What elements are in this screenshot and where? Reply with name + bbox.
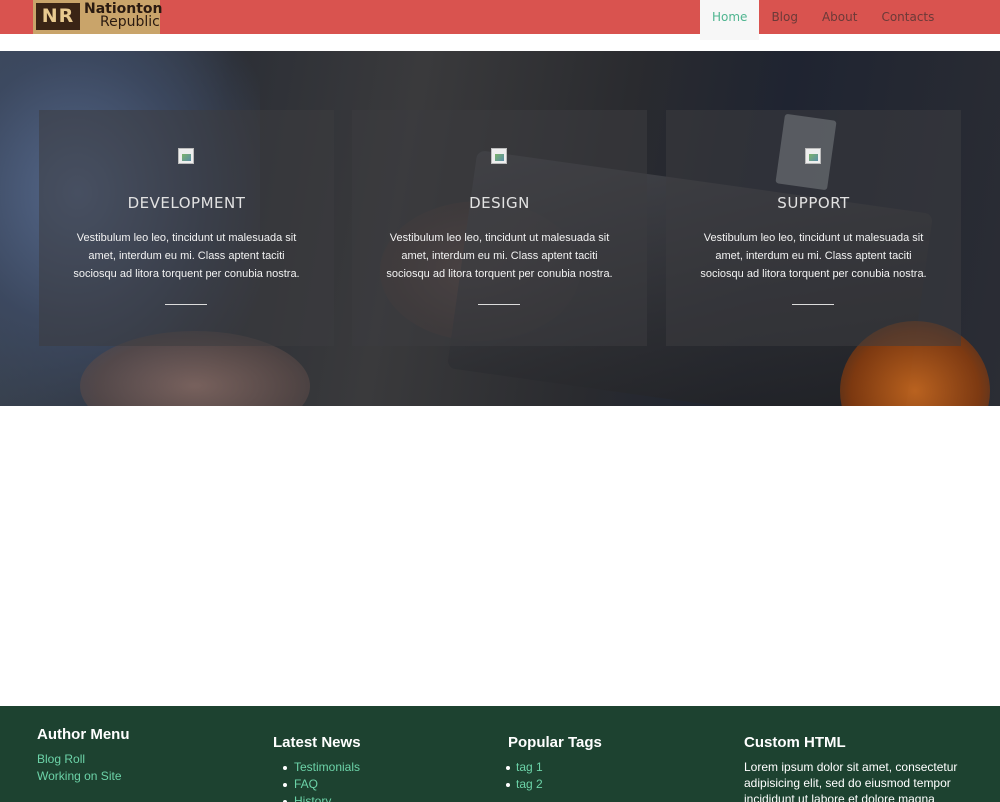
site-header: NR Nationton Republic Home Blog About Co… bbox=[0, 0, 1000, 40]
feature-divider bbox=[478, 304, 520, 305]
news-item-history[interactable]: History bbox=[273, 793, 361, 802]
news-item-testimonials[interactable]: Testimonials bbox=[273, 759, 361, 776]
broken-image-icon bbox=[178, 148, 194, 164]
tag-item-2[interactable]: tag 2 bbox=[506, 776, 602, 793]
footer-latest-news: Latest News Testimonials FAQ History bbox=[273, 734, 361, 802]
broken-image-icon bbox=[805, 148, 821, 164]
feature-text: Vestibulum leo leo, tincidunt ut malesua… bbox=[73, 232, 300, 280]
footer-custom-text: Lorem ipsum dolor sit amet, consectetur … bbox=[744, 760, 958, 802]
news-list: Testimonials FAQ History bbox=[273, 759, 361, 802]
footer-title: Latest News bbox=[273, 734, 361, 751]
nav-about[interactable]: About bbox=[810, 0, 869, 34]
logo-text-line2: Republic bbox=[100, 14, 160, 30]
tags-list: tag 1 tag 2 bbox=[506, 759, 602, 793]
main-nav: Home Blog About Contacts bbox=[700, 0, 946, 40]
feature-card-support: SUPPORT Vestibulum leo leo, tincidunt ut… bbox=[666, 110, 961, 346]
feature-title: SUPPORT bbox=[777, 194, 850, 212]
footer-title: Author Menu bbox=[37, 726, 130, 743]
feature-divider bbox=[165, 304, 207, 305]
footer-custom-html: Custom HTML Lorem ipsum dolor sit amet, … bbox=[744, 734, 959, 802]
site-footer: Author Menu Blog Roll Working on Site La… bbox=[0, 706, 1000, 802]
footer-title: Custom HTML bbox=[744, 734, 846, 751]
footer-link-working-on-site[interactable]: Working on Site bbox=[37, 768, 129, 785]
nav-home[interactable]: Home bbox=[700, 0, 760, 40]
hero-section: DEVELOPMENT Vestibulum leo leo, tincidun… bbox=[0, 51, 1000, 406]
nav-blog[interactable]: Blog bbox=[759, 0, 810, 34]
footer-author-menu: Author Menu Blog Roll Working on Site bbox=[37, 726, 129, 785]
logo-mark: NR bbox=[36, 3, 80, 30]
feature-card-design: DESIGN Vestibulum leo leo, tincidunt ut … bbox=[352, 110, 647, 346]
nav-contacts[interactable]: Contacts bbox=[869, 0, 946, 34]
footer-title: Popular Tags bbox=[508, 734, 602, 751]
tag-item-1[interactable]: tag 1 bbox=[506, 759, 602, 776]
footer-popular-tags: Popular Tags tag 1 tag 2 bbox=[506, 734, 602, 793]
feature-card-development: DEVELOPMENT Vestibulum leo leo, tincidun… bbox=[39, 110, 334, 346]
feature-text: Vestibulum leo leo, tincidunt ut malesua… bbox=[386, 232, 613, 280]
feature-text: Vestibulum leo leo, tincidunt ut malesua… bbox=[700, 232, 927, 280]
broken-image-icon bbox=[491, 148, 507, 164]
news-item-faq[interactable]: FAQ bbox=[273, 776, 361, 793]
site-logo[interactable]: NR Nationton Republic bbox=[33, 0, 163, 34]
footer-link-blog-roll[interactable]: Blog Roll bbox=[37, 751, 129, 768]
feature-title: DESIGN bbox=[469, 194, 530, 212]
feature-title: DEVELOPMENT bbox=[127, 194, 246, 212]
feature-divider bbox=[792, 304, 834, 305]
